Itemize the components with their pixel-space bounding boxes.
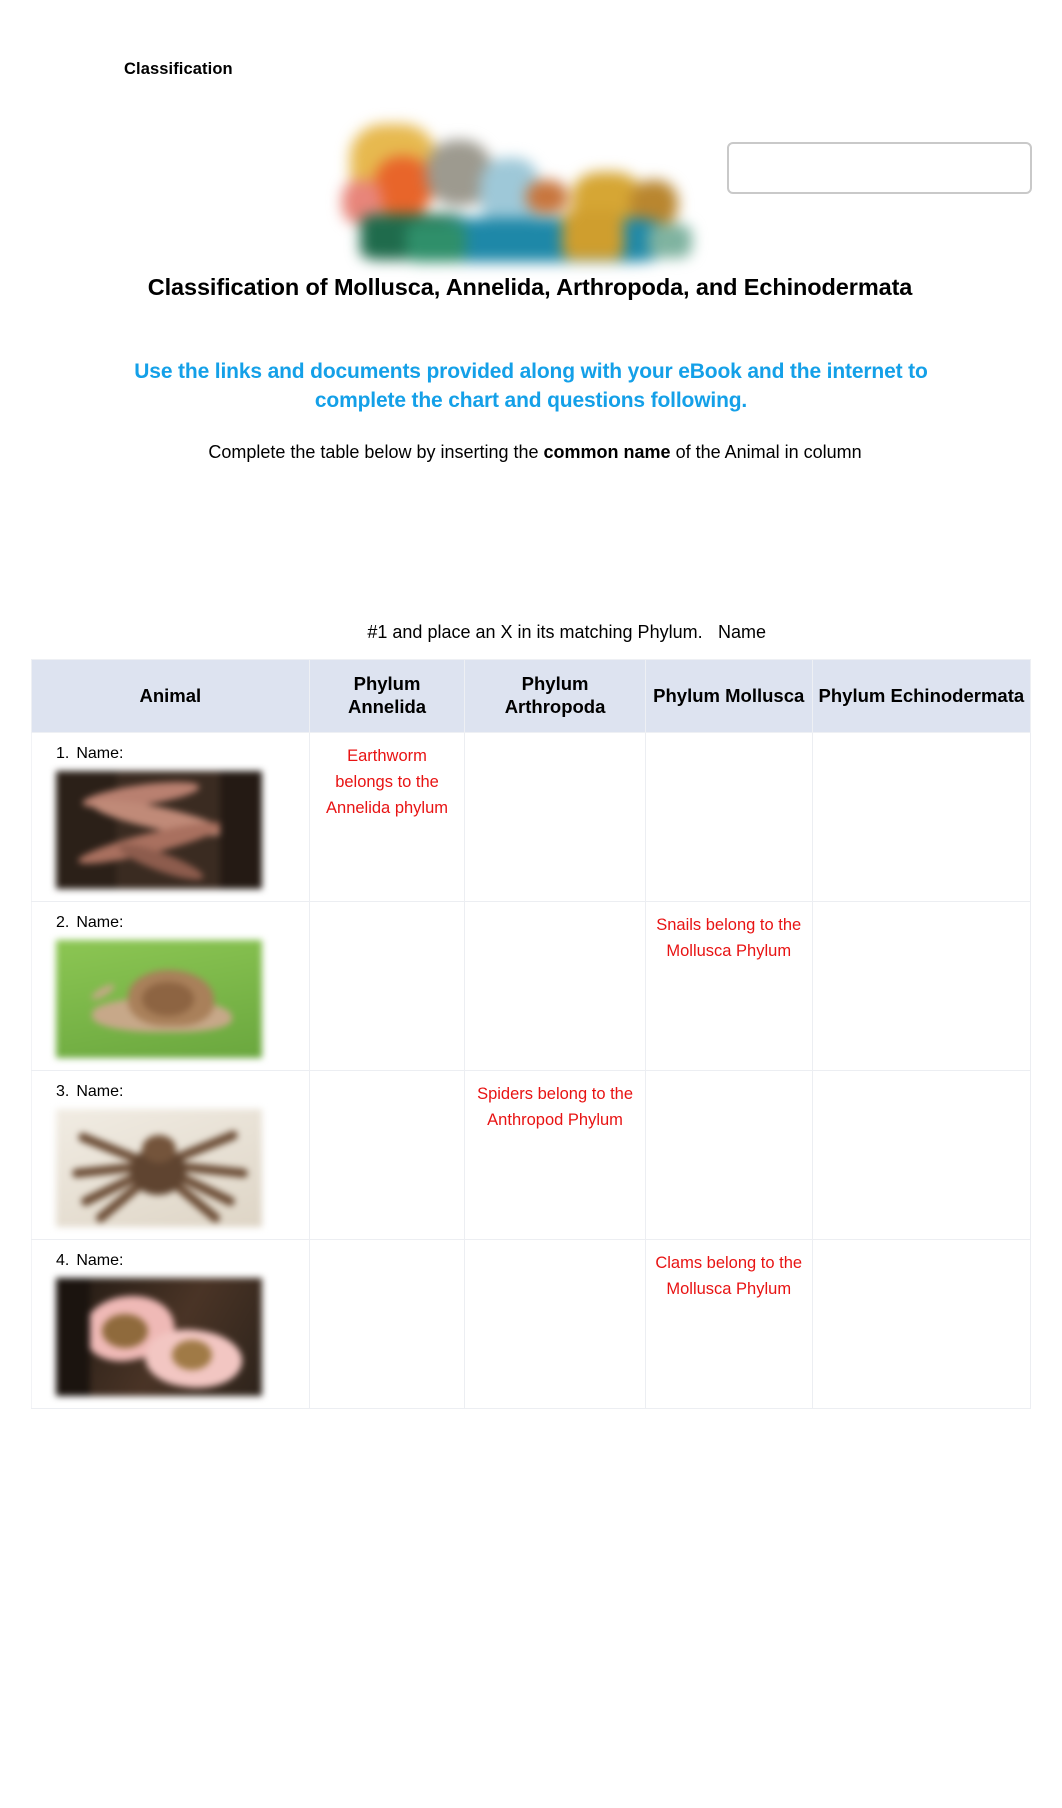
animal-cell: 1. Name: [31,732,310,903]
row-name-line: 2. Name: [56,914,299,932]
header-illustration [330,118,710,266]
document-page: Classification Classification of Mollusc… [0,0,1062,1808]
mollusca-cell[interactable]: Clams belong to the Mollusca Phylum [644,1239,813,1410]
row-number: 1. [56,745,70,763]
column-header-annelida: Phylum Annelida [308,658,466,734]
row-name-label: Name: [76,914,124,932]
paragraph-text-part2: of the Animal in column [670,442,862,462]
table-header-row: Animal Phylum Annelida Phylum Arthropoda… [31,658,1032,734]
paragraph-text-part1: Complete the table below by inserting th… [208,442,544,462]
echinodermata-cell[interactable] [811,1070,1032,1241]
instruction-paragraph-line2: #1 and place an X in its matching Phylum… [367,622,703,642]
animal-cell: 4. Name: [31,1239,310,1410]
mollusca-answer: Snails belong to the Mollusca Phylum [656,916,802,961]
row-name-line: 3. Name: [56,1083,299,1101]
animal-cell: 2. Name: [31,901,310,1072]
row-name-label: Name: [76,1252,124,1270]
earthworm-photo [56,771,262,890]
overlapping-name-text: Name [718,622,767,642]
mollusca-cell[interactable] [644,1070,813,1241]
row-number: 2. [56,914,70,932]
classification-table: Animal Phylum Annelida Phylum Arthropoda… [31,658,1032,1410]
student-name-input[interactable] [727,142,1032,194]
column-header-arthropoda: Phylum Arthropoda [464,658,646,734]
snail-photo [56,940,262,1059]
table-row: 4. Name: Clams belong to the Mollusca Ph… [31,1239,1032,1410]
row-number: 3. [56,1083,70,1101]
arthropoda-cell[interactable] [464,732,646,903]
row-name-label: Name: [76,1083,124,1101]
row-name-line: 1. Name: [56,745,299,763]
annelida-cell[interactable] [308,901,466,1072]
column-header-animal: Animal [31,658,310,734]
animal-cell: 3. Name: [31,1070,310,1241]
row-name-line: 4. Name: [56,1252,299,1270]
mollusca-cell[interactable]: Snails belong to the Mollusca Phylum [644,901,813,1072]
annelida-cell[interactable] [308,1239,466,1410]
annelida-cell[interactable] [308,1070,466,1241]
row-name-label: Name: [76,745,124,763]
echinodermata-cell[interactable] [811,901,1032,1072]
echinodermata-cell[interactable] [811,732,1032,903]
table-row: 3. Name: Spiders belong to the Anthropod… [31,1070,1032,1241]
table-row: 1. Name: Earthworm belongs to the Annelid… [31,732,1032,903]
row-number: 4. [56,1252,70,1270]
page-title: Classification of Mollusca, Annelida, Ar… [147,274,913,300]
header-illustration-art [330,118,710,266]
arthropoda-answer: Spiders belong to the Anthropod Phylum [477,1085,634,1130]
document-header-label: Classification [124,60,233,78]
mollusca-cell[interactable] [644,732,813,903]
mollusca-answer: Clams belong to the Mollusca Phylum [655,1254,803,1299]
arthropoda-cell[interactable] [464,1239,646,1410]
annelida-cell[interactable]: Earthworm belongs to the Annelida phylum [308,732,466,903]
paragraph-bold-term: common name [543,442,671,462]
spider-photo [56,1109,262,1228]
clam-photo [56,1278,262,1397]
annelida-answer: Earthworm belongs to the Annelida phylum [326,747,449,818]
column-header-mollusca: Phylum Mollusca [644,658,813,734]
instruction-paragraph-line1: Complete the table below by inserting th… [120,440,950,465]
arthropoda-cell[interactable] [464,901,646,1072]
table-row: 2. Name: Snails belong to the Mollusca P… [31,901,1032,1072]
arthropoda-cell[interactable]: Spiders belong to the Anthropod Phylum [464,1070,646,1241]
column-header-echinodermata: Phylum Echinodermata [811,658,1032,734]
blue-instruction-text: Use the links and documents provided alo… [134,360,928,412]
echinodermata-cell[interactable] [811,1239,1032,1410]
